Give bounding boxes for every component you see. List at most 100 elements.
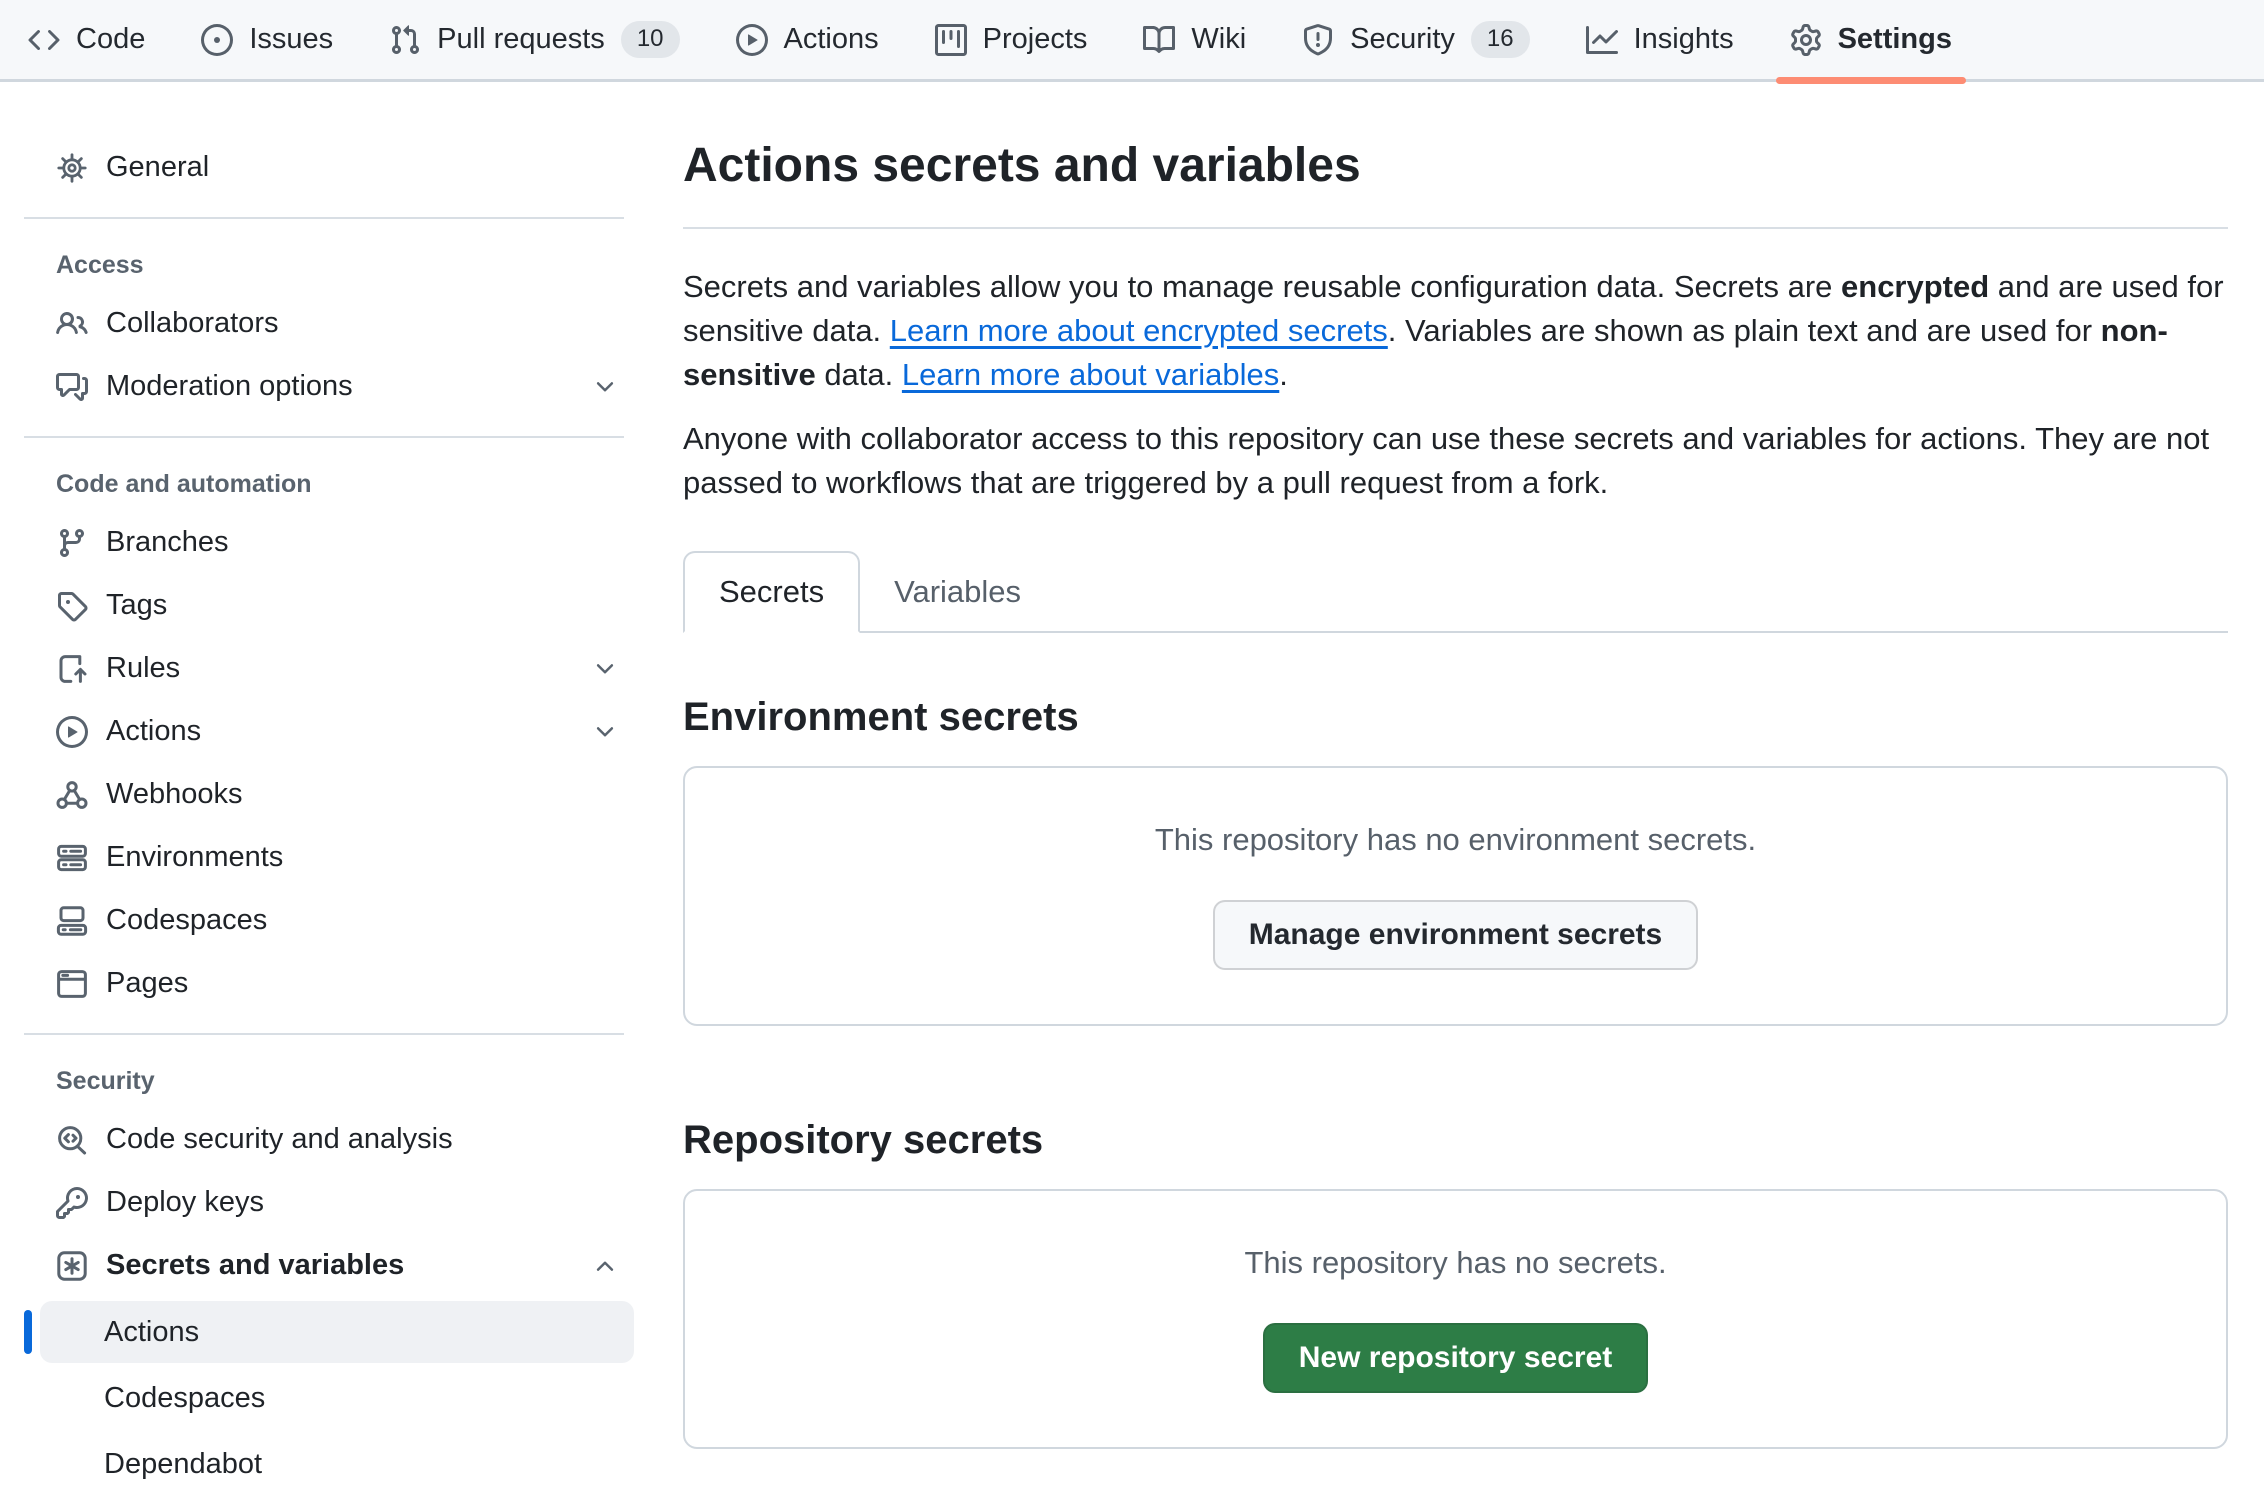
sidebar-item-tags[interactable]: Tags <box>0 574 648 637</box>
nav-tab-code[interactable]: Code <box>12 11 161 69</box>
rules-icon <box>56 653 88 685</box>
git-pull-request-icon <box>389 24 421 56</box>
chevron-up-icon <box>592 1253 618 1279</box>
nav-tab-label: Code <box>76 23 145 56</box>
nav-tab-label: Wiki <box>1191 23 1246 56</box>
nav-tab-settings[interactable]: Settings <box>1774 11 1968 69</box>
sidebar-item-secrets-and-variables[interactable]: Secrets and variables <box>0 1234 648 1297</box>
repository-secrets-empty-box: This repository has no secrets. New repo… <box>683 1189 2228 1449</box>
nav-tab-label: Security <box>1350 23 1455 56</box>
people-icon <box>56 308 88 340</box>
sidebar-subitem-label: Actions <box>104 1316 199 1349</box>
sidebar-item-label: Codespaces <box>106 904 267 937</box>
sidebar-item-webhooks[interactable]: Webhooks <box>0 763 648 826</box>
secrets-variables-tablist: Secrets Variables <box>683 551 2228 633</box>
key-icon <box>56 1187 88 1219</box>
sidebar-item-label: Collaborators <box>106 307 278 340</box>
code-icon <box>28 24 60 56</box>
page-title: Actions secrets and variables <box>683 138 2228 229</box>
sidebar-item-label: Secrets and variables <box>106 1249 404 1282</box>
sidebar-item-deploy-keys[interactable]: Deploy keys <box>0 1171 648 1234</box>
sidebar-subitem-actions-secrets[interactable]: Actions <box>40 1301 634 1363</box>
sidebar-item-rules[interactable]: Rules <box>0 637 648 700</box>
browser-icon <box>56 968 88 1000</box>
book-icon <box>1143 24 1175 56</box>
tab-variables[interactable]: Variables <box>860 553 1055 631</box>
nav-tab-pull-requests[interactable]: Pull requests 10 <box>373 11 695 69</box>
sidebar-item-label: General <box>106 151 209 184</box>
settings-main-panel: Actions secrets and variables Secrets an… <box>648 82 2264 1449</box>
sidebar-subitem-codespaces-secrets[interactable]: Codespaces <box>40 1367 634 1429</box>
nav-tab-issues[interactable]: Issues <box>185 11 349 69</box>
intro-paragraph-2: Anyone with collaborator access to this … <box>683 417 2228 505</box>
intro-paragraph-1: Secrets and variables allow you to manag… <box>683 265 2228 397</box>
shield-icon <box>1302 24 1334 56</box>
sidebar-item-label: Moderation options <box>106 370 353 403</box>
codescan-icon <box>56 1124 88 1156</box>
new-repository-secret-button[interactable]: New repository secret <box>1263 1323 1648 1393</box>
environment-secrets-heading: Environment secrets <box>683 695 2228 740</box>
sidebar-item-label: Branches <box>106 526 229 559</box>
sidebar-item-collaborators[interactable]: Collaborators <box>0 292 648 355</box>
environment-secrets-empty-text: This repository has no environment secre… <box>1155 822 1756 858</box>
sidebar-section-code-and-automation: Code and automation <box>0 458 648 511</box>
intro-text: . Variables are shown as plain text and … <box>1388 313 2101 348</box>
repo-tab-nav: Code Issues Pull requests 10 Actions Pro… <box>0 0 2264 82</box>
sidebar-item-actions[interactable]: Actions <box>0 700 648 763</box>
intro-text: . <box>1279 357 1288 392</box>
nav-tab-projects[interactable]: Projects <box>919 11 1104 69</box>
sidebar-section-security: Security <box>0 1055 648 1108</box>
git-branch-icon <box>56 527 88 559</box>
sidebar-item-label: Rules <box>106 652 180 685</box>
sidebar-divider <box>24 436 624 438</box>
nav-tab-label: Projects <box>983 23 1088 56</box>
chevron-down-icon <box>592 719 618 745</box>
security-count-badge: 16 <box>1471 21 1530 58</box>
tab-secrets[interactable]: Secrets <box>683 551 860 633</box>
gear-icon <box>56 152 88 184</box>
nav-tab-label: Settings <box>1838 23 1952 56</box>
sidebar-subitem-dependabot-secrets[interactable]: Dependabot <box>40 1433 634 1488</box>
intro-text: Secrets and variables allow you to manag… <box>683 269 1841 304</box>
sidebar-section-access: Access <box>0 239 648 292</box>
graph-icon <box>1586 24 1618 56</box>
sidebar-item-branches[interactable]: Branches <box>0 511 648 574</box>
project-icon <box>935 24 967 56</box>
sidebar-divider <box>24 217 624 219</box>
sidebar-item-label: Webhooks <box>106 778 243 811</box>
repository-secrets-heading: Repository secrets <box>683 1118 2228 1163</box>
secret-asterisk-icon <box>56 1250 88 1282</box>
sidebar-item-environments[interactable]: Environments <box>0 826 648 889</box>
codespaces-icon <box>56 905 88 937</box>
link-learn-more-variables[interactable]: Learn more about variables <box>902 357 1279 392</box>
sidebar-item-moderation-options[interactable]: Moderation options <box>0 355 648 418</box>
gear-icon <box>1790 24 1822 56</box>
nav-tab-security[interactable]: Security 16 <box>1286 11 1545 69</box>
sidebar-item-code-security-and-analysis[interactable]: Code security and analysis <box>0 1108 648 1171</box>
intro-bold-encrypted: encrypted <box>1841 269 1989 304</box>
sidebar-item-label: Tags <box>106 589 167 622</box>
repository-secrets-empty-text: This repository has no secrets. <box>1244 1245 1666 1281</box>
nav-tab-wiki[interactable]: Wiki <box>1127 11 1262 69</box>
chevron-down-icon <box>592 374 618 400</box>
manage-environment-secrets-button[interactable]: Manage environment secrets <box>1213 900 1698 970</box>
link-learn-more-encrypted-secrets[interactable]: Learn more about encrypted secrets <box>890 313 1388 348</box>
sidebar-item-pages[interactable]: Pages <box>0 952 648 1015</box>
environment-secrets-empty-box: This repository has no environment secre… <box>683 766 2228 1026</box>
webhook-icon <box>56 779 88 811</box>
sidebar-divider <box>24 1033 624 1035</box>
comment-discussion-icon <box>56 371 88 403</box>
nav-tab-label: Insights <box>1634 23 1734 56</box>
nav-tab-label: Actions <box>784 23 879 56</box>
nav-tab-label: Issues <box>249 23 333 56</box>
play-icon <box>56 716 88 748</box>
sidebar-item-codespaces[interactable]: Codespaces <box>0 889 648 952</box>
play-icon <box>736 24 768 56</box>
sidebar-item-label: Pages <box>106 967 188 1000</box>
pull-requests-count-badge: 10 <box>621 21 680 58</box>
nav-tab-label: Pull requests <box>437 23 605 56</box>
sidebar-item-label: Actions <box>106 715 201 748</box>
sidebar-item-general[interactable]: General <box>0 136 648 199</box>
nav-tab-actions[interactable]: Actions <box>720 11 895 69</box>
nav-tab-insights[interactable]: Insights <box>1570 11 1750 69</box>
